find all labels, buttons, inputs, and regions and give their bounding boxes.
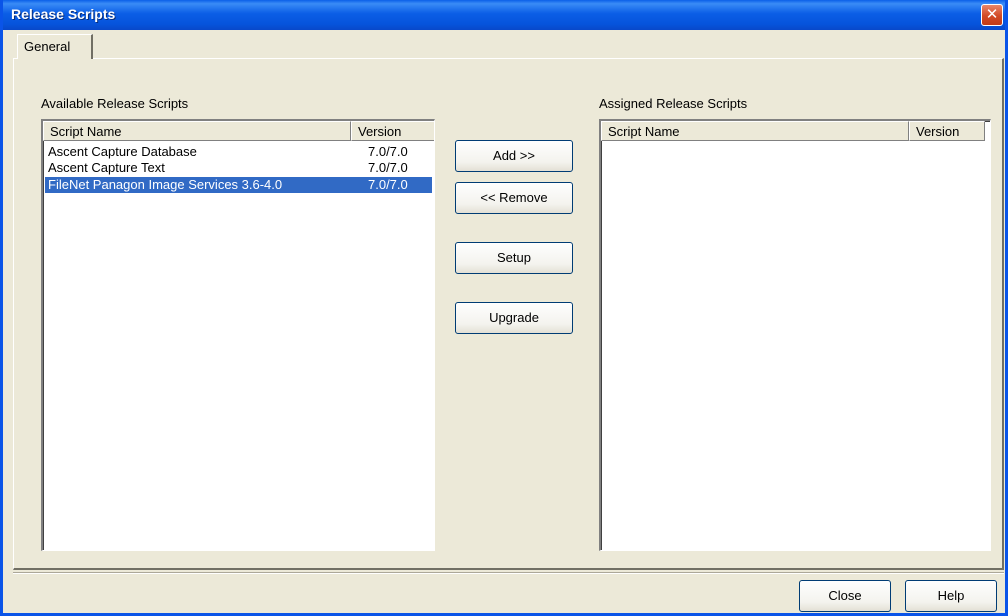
close-icon[interactable]: ✕: [981, 4, 1003, 26]
title-bar[interactable]: Release Scripts ✕: [3, 0, 1005, 30]
close-button[interactable]: Close: [799, 580, 891, 612]
remove-button-label: << Remove: [480, 190, 548, 205]
script-version: 7.0/7.0: [368, 177, 408, 192]
list-item[interactable]: Ascent Capture Text 7.0/7.0: [45, 160, 432, 176]
footer-separator: [13, 572, 1004, 574]
help-button[interactable]: Help: [905, 580, 997, 612]
script-version: 7.0/7.0: [368, 144, 408, 159]
script-name: Ascent Capture Database: [48, 144, 197, 159]
remove-button[interactable]: << Remove: [455, 182, 573, 214]
column-header-script-name[interactable]: Script Name: [43, 121, 351, 141]
upgrade-button[interactable]: Upgrade: [455, 302, 573, 334]
script-name: Ascent Capture Text: [48, 160, 165, 175]
list-item[interactable]: Ascent Capture Database 7.0/7.0: [45, 144, 432, 160]
tab-general-label: General: [24, 39, 71, 54]
script-version: 7.0/7.0: [368, 160, 408, 175]
assigned-scripts-list[interactable]: Script Name Version: [599, 119, 991, 551]
tab-general[interactable]: General: [17, 34, 93, 59]
window-title: Release Scripts: [11, 6, 116, 22]
add-button[interactable]: Add >>: [455, 140, 573, 172]
upgrade-button-label: Upgrade: [489, 310, 539, 325]
list-item-selected[interactable]: FileNet Panagon Image Services 3.6-4.0 7…: [44, 176, 433, 194]
release-scripts-dialog: Release Scripts ✕ General Available Rele…: [0, 0, 1008, 616]
available-scripts-list[interactable]: Script Name Version Ascent Capture Datab…: [41, 119, 435, 551]
script-name: FileNet Panagon Image Services 3.6-4.0: [48, 177, 283, 192]
setup-button-label: Setup: [497, 250, 531, 265]
column-header-version[interactable]: Version: [909, 121, 985, 141]
close-button-label: Close: [828, 588, 862, 603]
assigned-scripts-label: Assigned Release Scripts: [599, 96, 748, 111]
add-button-label: Add >>: [493, 148, 535, 163]
available-scripts-label: Available Release Scripts: [41, 96, 189, 111]
assigned-list-header: Script Name Version: [601, 121, 990, 141]
help-button-label: Help: [937, 588, 965, 603]
column-header-version[interactable]: Version: [351, 121, 434, 141]
setup-button[interactable]: Setup: [455, 242, 573, 274]
available-list-header: Script Name Version: [43, 121, 434, 141]
column-header-script-name[interactable]: Script Name: [601, 121, 909, 141]
